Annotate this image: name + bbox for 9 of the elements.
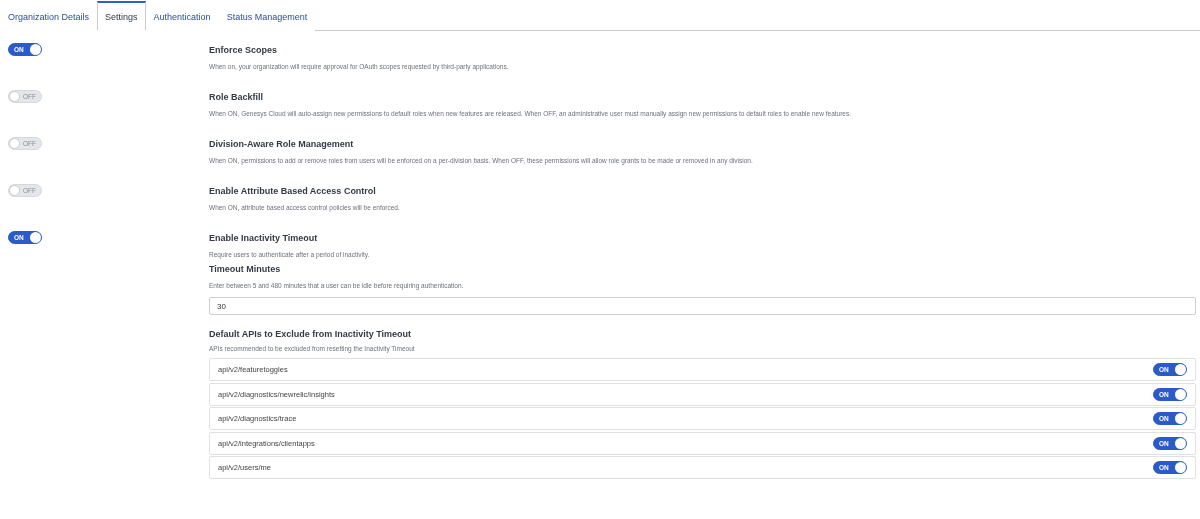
- setting-title: Enable Attribute Based Access Control: [209, 185, 377, 198]
- setting-title: Enable Inactivity Timeout: [209, 232, 319, 245]
- tab[interactable]: Settings: [97, 1, 146, 31]
- setting-title: Enforce Scopes: [209, 44, 279, 57]
- setting-title: Division-Aware Role Management: [209, 138, 355, 151]
- setting-title: Default APIs to Exclude from Inactivity Timeout: [209, 328, 413, 341]
- input-field[interactable]: 30: [209, 297, 1196, 315]
- setting-title: Timeout Minutes: [209, 263, 282, 276]
- setting-title: Role Backfill: [209, 91, 265, 104]
